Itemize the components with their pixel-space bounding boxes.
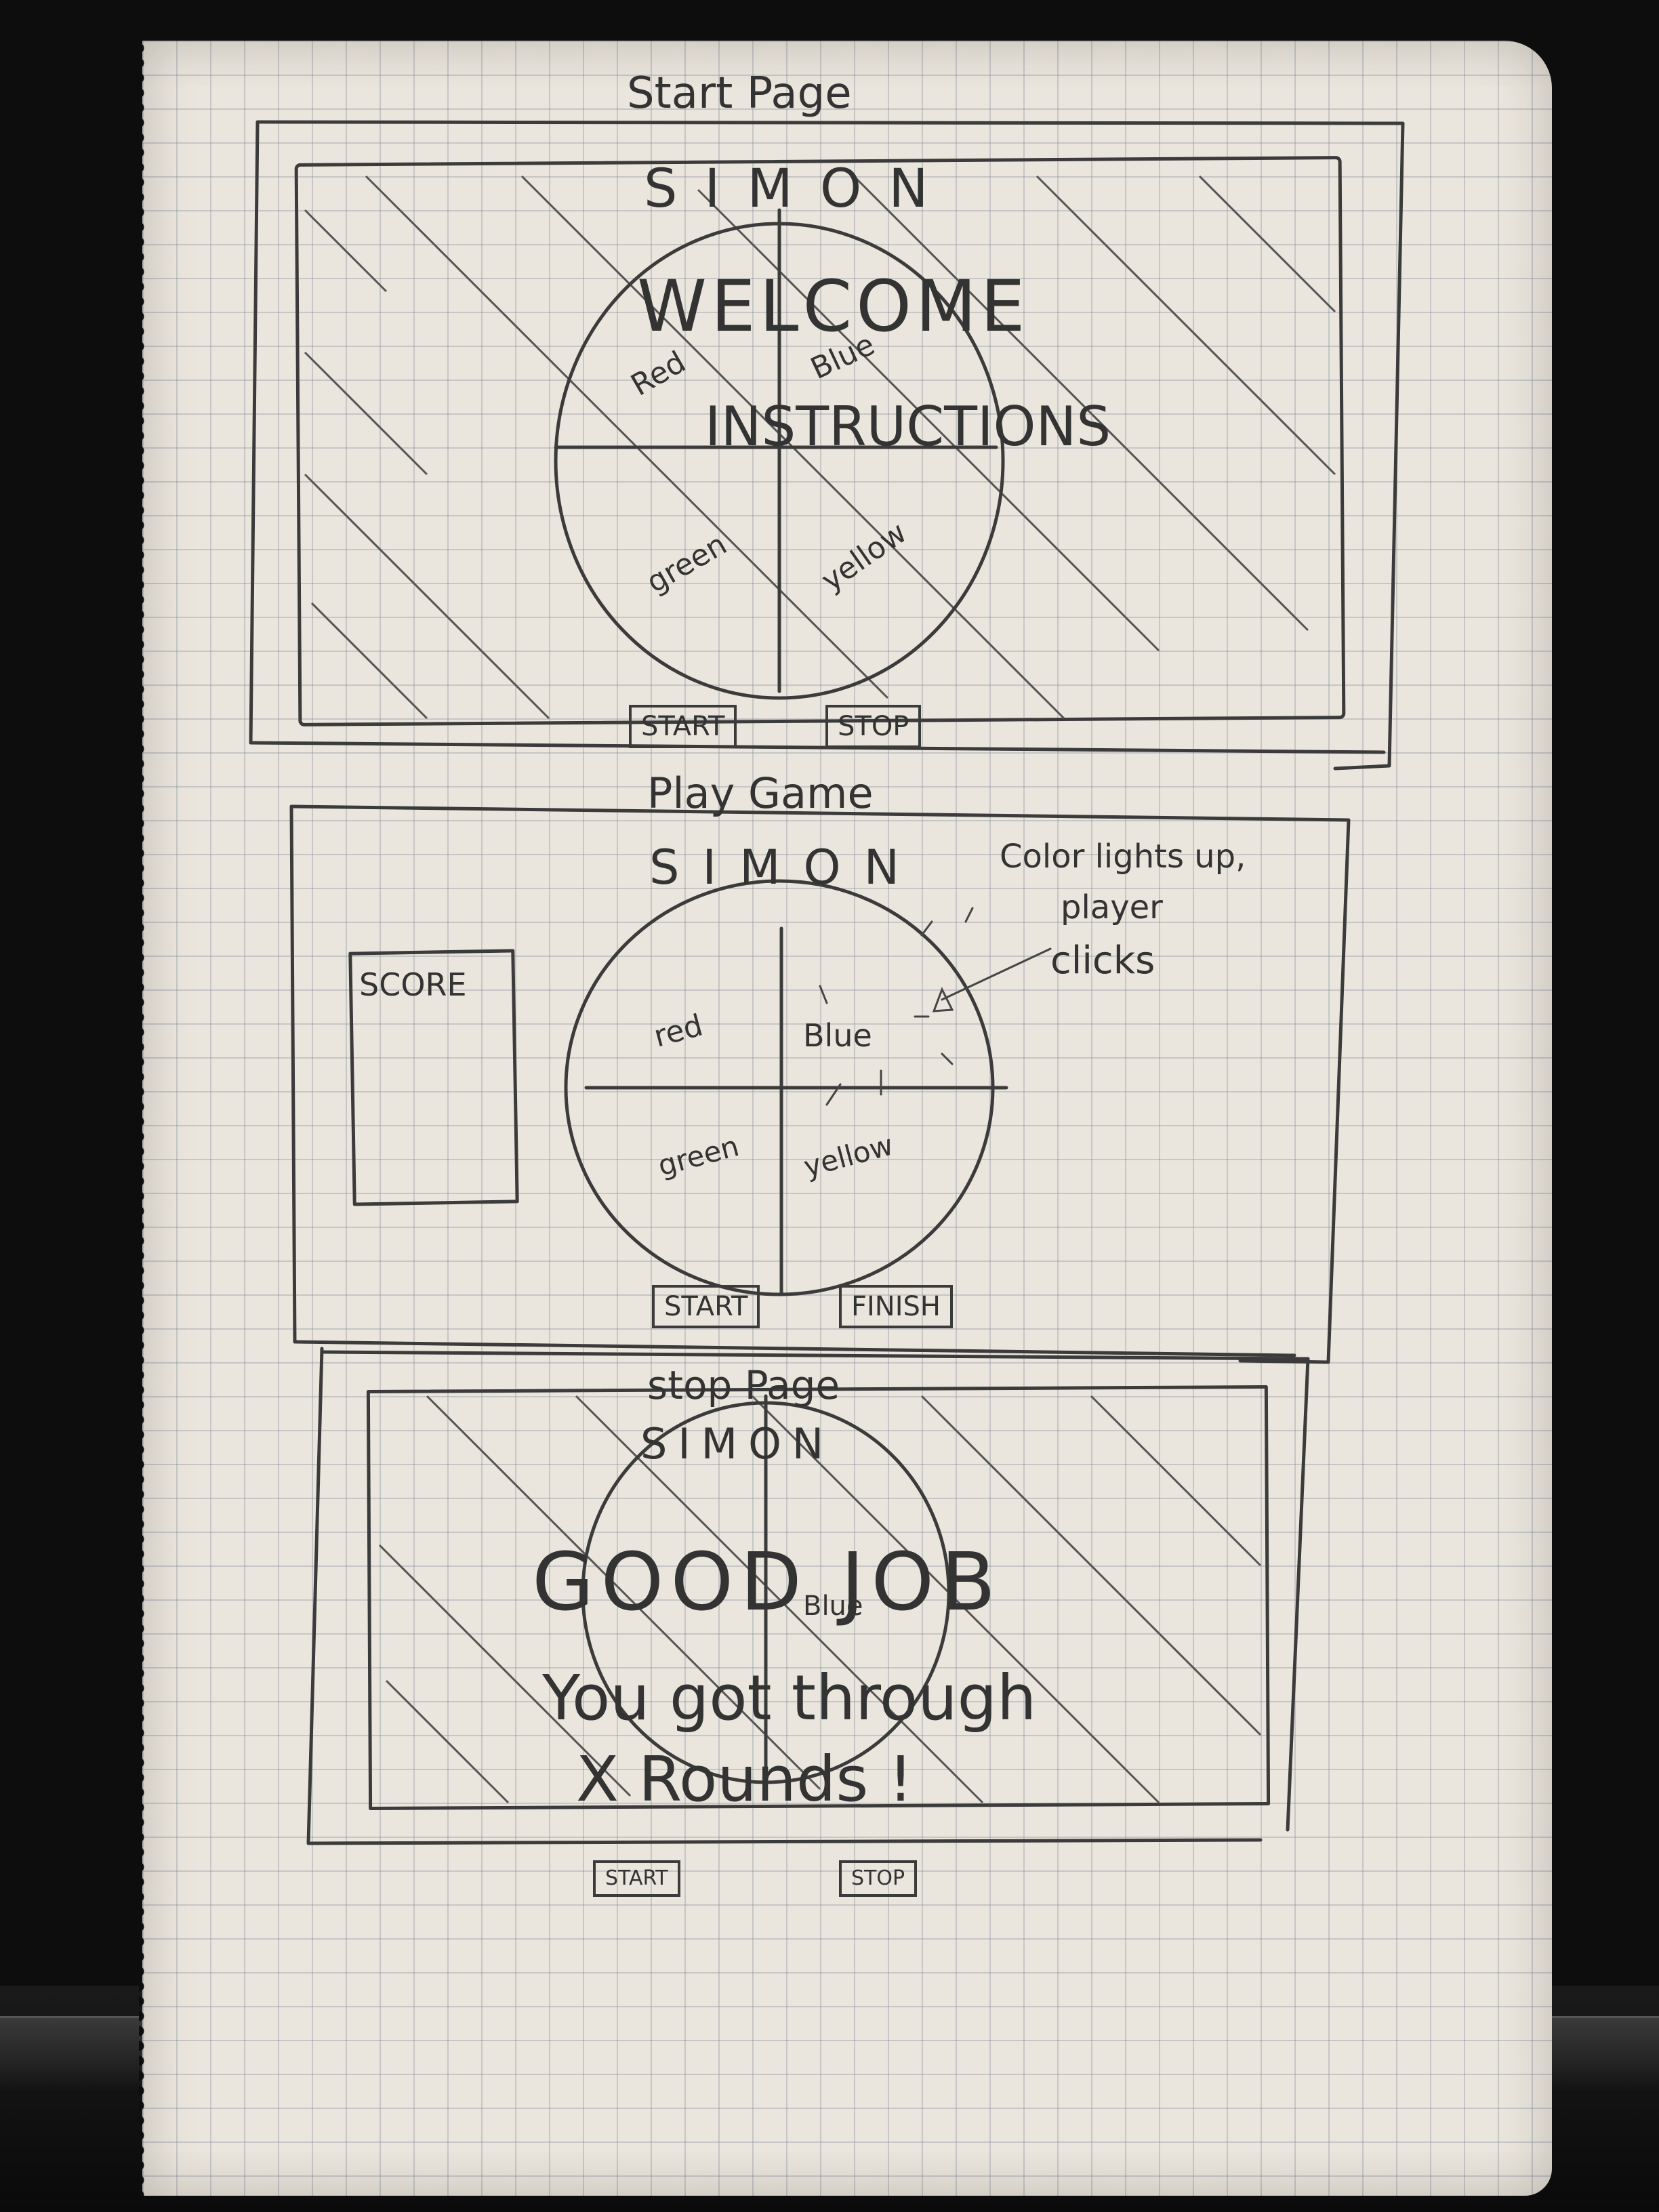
- start-page-app-title: SIMON: [644, 159, 956, 220]
- annotation-line-3: clicks: [1050, 939, 1155, 983]
- play-game-heading: Play Game: [647, 769, 874, 818]
- stop-button[interactable]: STOP: [825, 705, 922, 748]
- good-job-text: GOOD JOB: [532, 1535, 1003, 1629]
- stop-page-app-title: SIMON: [640, 1419, 835, 1469]
- graph-paper-sheet: Start Page SIMON WELCOME INSTRUCTIONS Re…: [142, 41, 1552, 2196]
- rounds-message-line-2: X Rounds !: [576, 1743, 914, 1816]
- annotation-line-2: player: [1061, 888, 1163, 926]
- stop-page-start-button[interactable]: START: [593, 1860, 680, 1897]
- play-quadrant-blue-label: Blue: [803, 1017, 872, 1054]
- instructions-text: INSTRUCTIONS: [705, 395, 1111, 458]
- finish-button[interactable]: FINISH: [839, 1285, 953, 1328]
- play-game-app-title: SIMON: [649, 840, 922, 895]
- perforated-edge: [139, 41, 151, 2196]
- stop-page-stop-button[interactable]: STOP: [839, 1860, 918, 1897]
- rounds-message-line-1: You got through: [542, 1662, 1037, 1734]
- score-label: SCORE: [359, 966, 467, 1003]
- stop-page-heading: stop Page: [647, 1362, 840, 1408]
- start-page-heading: Start Page: [627, 68, 852, 119]
- play-start-button[interactable]: START: [652, 1285, 760, 1328]
- start-button[interactable]: START: [629, 705, 737, 748]
- welcome-text: WELCOME: [637, 265, 1029, 348]
- annotation-line-1: Color lights up,: [1000, 838, 1246, 876]
